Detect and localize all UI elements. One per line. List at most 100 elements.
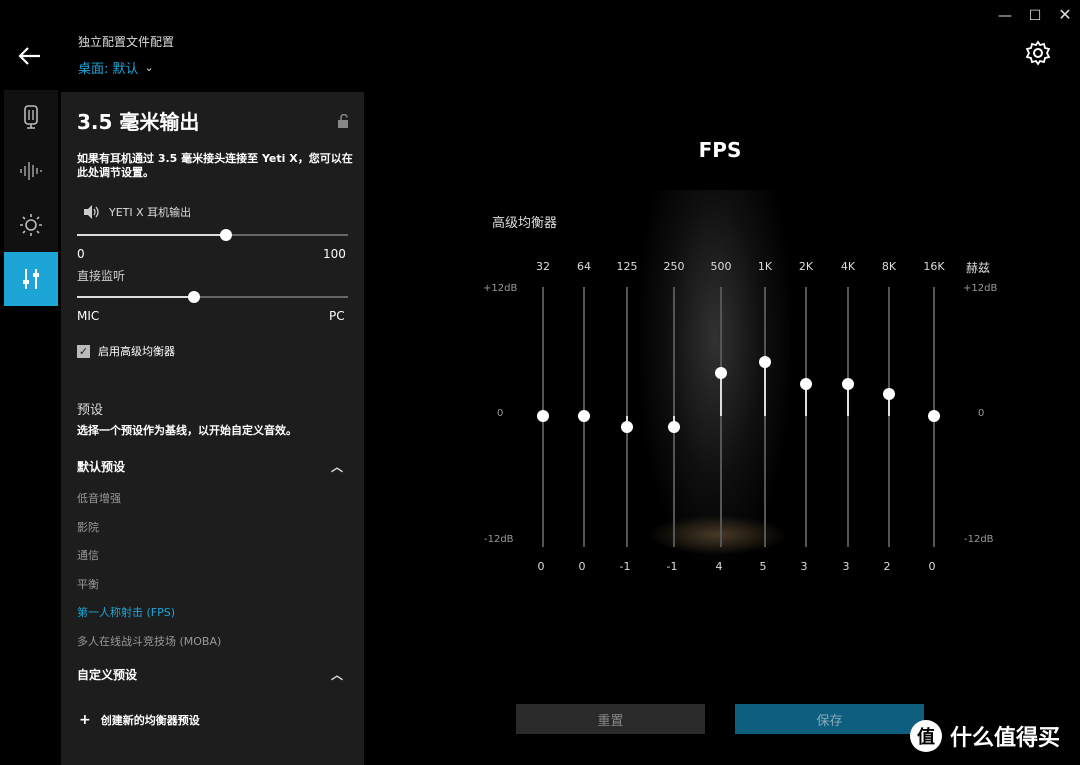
slider-fill [77, 234, 227, 236]
eq-frequency-label: 500 [710, 260, 732, 273]
direct-monitor-slider[interactable] [77, 291, 348, 303]
rail-item-lighting[interactable] [4, 198, 58, 252]
microphone-device-icon [24, 105, 38, 129]
eq-frequency-label: 64 [577, 260, 591, 273]
create-preset-button[interactable]: + 创建新的均衡器预设 [79, 712, 200, 728]
eq-band-fill [720, 372, 722, 416]
rail-item-blue-vo-ce[interactable] [4, 144, 58, 198]
preset-item[interactable]: 通信 [77, 547, 99, 563]
eq-band-knob[interactable] [668, 420, 680, 433]
eq-frequency-label: 32 [536, 260, 550, 273]
eq-band-value: 3 [842, 560, 850, 573]
eq-band-track[interactable] [720, 287, 722, 547]
panel-description: 如果有耳机通过 3.5 毫米接头连接至 Yeti X，您可以在此处调节设置。 [77, 152, 353, 179]
rail-item-device[interactable] [4, 90, 58, 144]
preset-item[interactable]: 第一人称射击 (FPS) [77, 604, 175, 620]
monitor-mic-label: MIC [77, 309, 100, 323]
watermark-text: 什么值得买 [950, 726, 1061, 751]
create-preset-label: 创建新的均衡器预设 [100, 714, 200, 727]
watermark-logo: 值 [910, 720, 942, 752]
custom-presets-title: 自定义预设 [77, 668, 138, 682]
eq-band-value: 2 [883, 560, 891, 573]
eq-frequency-label: 250 [663, 260, 685, 273]
eq-frequency-label: 16K [923, 260, 945, 273]
settings-panel: 3.5 毫米输出 如果有耳机通过 3.5 毫米接头连接至 Yeti X，您可以在… [61, 92, 364, 765]
preset-item[interactable]: 影院 [77, 519, 99, 535]
monitor-pc-label: PC [329, 309, 345, 323]
eq-band-track[interactable] [847, 287, 849, 547]
preset-item[interactable]: 平衡 [77, 576, 99, 592]
eq-band-track[interactable] [764, 287, 766, 547]
panel-title: 3.5 毫米输出 [77, 110, 200, 134]
brightness-icon [20, 214, 42, 236]
eq-unit-label: 赫兹 [966, 261, 991, 275]
eq-frequency-label: 2K [798, 260, 814, 273]
eq-band-knob[interactable] [715, 366, 727, 379]
side-rail [4, 90, 58, 306]
db-bottom-right: -12dB [964, 534, 994, 545]
watermark: 值 什么值得买 [910, 720, 1060, 752]
eq-band-value: 4 [715, 560, 723, 573]
eq-preset-title: FPS [698, 138, 742, 162]
eq-band-value: -1 [619, 560, 631, 573]
presets-description: 选择一个预设作为基线，以开始自定义音效。 [77, 424, 297, 437]
unlock-icon[interactable] [337, 114, 351, 128]
eq-band-knob[interactable] [621, 420, 633, 433]
db-top-right: +12dB [963, 283, 998, 294]
custom-presets-header[interactable]: 自定义预设 ︿ [77, 666, 347, 683]
advanced-eq-label: 启用高级均衡器 [98, 345, 175, 358]
db-mid-right: 0 [978, 408, 985, 419]
chevron-up-icon: ︿ [330, 460, 343, 474]
default-presets-title: 默认预设 [77, 460, 126, 474]
default-presets-header[interactable]: 默认预设 ︿ [77, 458, 347, 475]
volume-min-label: 0 [77, 247, 85, 261]
eq-band-knob[interactable] [578, 410, 590, 422]
preset-item[interactable]: 多人在线战斗竞技场 (MOBA) [77, 633, 221, 649]
preset-item[interactable]: 低音增强 [77, 490, 121, 506]
slider-knob[interactable] [187, 291, 200, 303]
chevron-down-icon: ⌄ [144, 61, 154, 74]
waveform-icon [20, 162, 42, 180]
close-button[interactable]: ✕ [1055, 5, 1075, 24]
presets-heading: 预设 [77, 403, 104, 418]
back-arrow-icon[interactable] [16, 42, 44, 70]
eq-band-knob[interactable] [842, 377, 854, 390]
eq-band-knob[interactable] [800, 377, 812, 390]
maximize-button[interactable]: ☐ [1025, 8, 1045, 24]
eq-band-track[interactable] [805, 287, 807, 547]
plus-icon: + [79, 712, 91, 728]
speaker-icon [84, 205, 99, 219]
headphone-output-label: YETI X 耳机输出 [109, 206, 192, 219]
profile-dropdown[interactable]: 桌面: 默认 ⌄ [78, 58, 154, 77]
gear-icon[interactable] [1025, 40, 1051, 66]
db-mid-left: 0 [497, 408, 504, 419]
eq-band-value: 0 [578, 560, 586, 573]
headphone-volume-slider[interactable] [77, 229, 348, 241]
profile-title: 独立配置文件配置 [78, 35, 175, 49]
eq-frequency-label: 8K [881, 260, 897, 273]
slider-fill [77, 296, 194, 298]
minimize-button[interactable]: — [995, 8, 1015, 24]
eq-band-value: 0 [928, 560, 936, 573]
advanced-eq-checkbox[interactable]: ✓ [77, 344, 90, 358]
microphone-base-glow [648, 515, 788, 555]
volume-max-label: 100 [323, 247, 346, 261]
eq-frequency-label: 4K [840, 260, 856, 273]
save-button[interactable]: 保存 [735, 704, 924, 734]
eq-band-value: -1 [666, 560, 678, 573]
reset-button[interactable]: 重置 [516, 704, 705, 734]
eq-band-knob[interactable] [928, 410, 940, 422]
eq-band-knob[interactable] [537, 410, 549, 422]
advanced-eq-toggle[interactable]: ✓ 启用高级均衡器 [77, 343, 175, 359]
equalizer-icon [23, 269, 39, 289]
eq-band-knob[interactable] [759, 356, 771, 368]
db-bottom-left: -12dB [484, 534, 514, 545]
eq-band-track[interactable] [888, 287, 890, 547]
eq-heading: 高级均衡器 [492, 216, 558, 231]
slider-knob[interactable] [220, 229, 233, 241]
headphone-output-row: YETI X 耳机输出 [83, 204, 191, 220]
direct-monitor-label: 直接监听 [77, 269, 126, 283]
eq-band-knob[interactable] [883, 388, 895, 401]
profile-name: 桌面: 默认 [78, 62, 139, 77]
rail-item-equalizer[interactable] [4, 252, 58, 306]
